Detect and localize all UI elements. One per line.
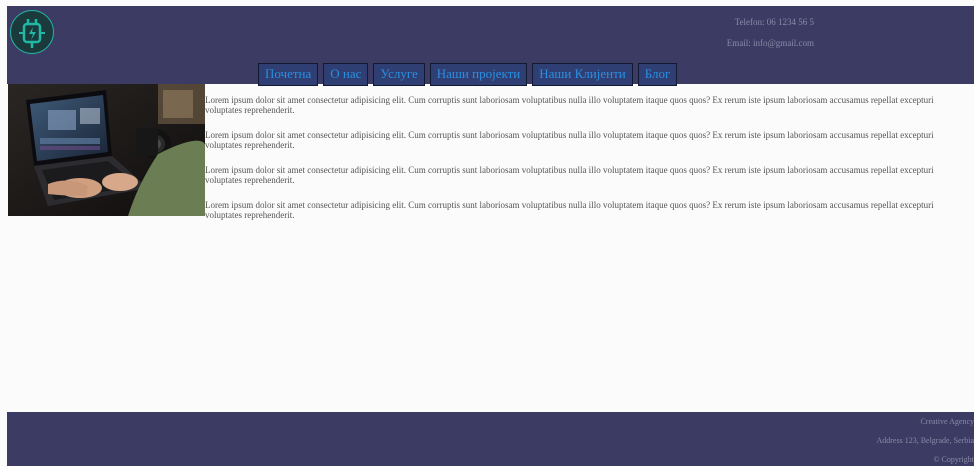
content-paragraph: Lorem ipsum dolor sit amet consectetur a…	[205, 130, 934, 150]
email-text: Email: info@gmail.com	[726, 38, 814, 48]
content-paragraph: Lorem ipsum dolor sit amet consectetur a…	[205, 165, 934, 185]
contact-info: Telefon: 06 1234 56 5 Email: info@gmail.…	[664, 16, 814, 49]
nav-item-home[interactable]: Почетна	[258, 63, 319, 86]
nav-item-clients[interactable]: Наши Клијенти	[532, 63, 633, 86]
hero-image	[8, 84, 205, 216]
phone-text: Telefon: 06 1234 56 5	[734, 17, 814, 27]
content-paragraph: Lorem ipsum dolor sit amet consectetur a…	[205, 95, 934, 115]
main-nav: Почетна О нас Услуге Наши пројекти Наши …	[258, 63, 678, 87]
logo[interactable]	[10, 10, 54, 54]
nav-item-blog[interactable]: Блог	[637, 63, 678, 86]
main-content: Lorem ipsum dolor sit amet consectetur a…	[205, 95, 965, 235]
plug-logo-icon	[19, 19, 45, 48]
footer-copyright: © Copyright	[933, 455, 974, 464]
page: Telefon: 06 1234 56 5 Email: info@gmail.…	[0, 0, 974, 466]
nav-item-services[interactable]: Услуге	[373, 63, 425, 86]
footer-address: Address 123, Belgrade, Serbia	[876, 436, 974, 445]
header-bar: Telefon: 06 1234 56 5 Email: info@gmail.…	[7, 6, 974, 87]
footer-company: Creative Agency	[920, 417, 974, 426]
content-paragraph: Lorem ipsum dolor sit amet consectetur a…	[205, 200, 934, 220]
nav-item-projects[interactable]: Наши пројекти	[429, 63, 528, 86]
nav-item-about[interactable]: О нас	[323, 63, 369, 86]
laptop-editing-photo	[8, 84, 205, 216]
footer-bar: Creative Agency Address 123, Belgrade, S…	[7, 412, 974, 466]
